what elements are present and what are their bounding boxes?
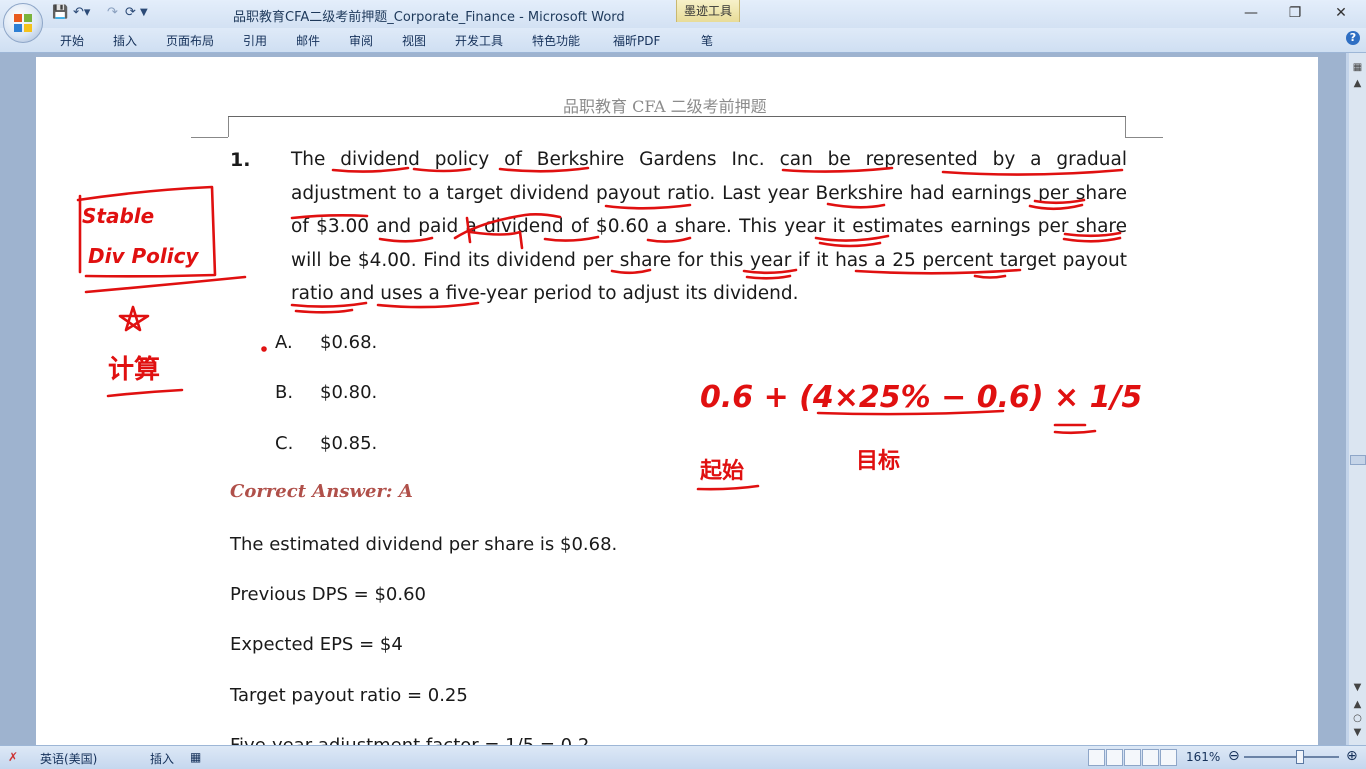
previous-page-icon[interactable]: ▲ [1351, 698, 1364, 711]
zoom-out-icon[interactable]: ⊖ [1228, 748, 1240, 764]
web-layout-icon[interactable] [1124, 749, 1141, 766]
tab-review[interactable]: 审阅 [349, 32, 373, 49]
status-bar: ✗ 英语(美国) 插入 ▦ 161% ⊖ ⊕ [0, 745, 1366, 769]
option-b-value: $0.80. [320, 382, 378, 403]
solution-line: Expected EPS = $4 [230, 634, 403, 655]
tab-mailings[interactable]: 邮件 [296, 32, 320, 49]
tab-insert[interactable]: 插入 [113, 32, 137, 49]
help-icon[interactable]: ? [1346, 31, 1360, 45]
margin-corner-mark [1125, 117, 1126, 137]
solution-line: Target payout ratio = 0.25 [230, 685, 468, 706]
zoom-slider-thumb[interactable] [1296, 750, 1304, 764]
zoom-in-icon[interactable]: ⊕ [1346, 748, 1358, 764]
repeat-icon[interactable]: ⟳ [125, 5, 136, 21]
ribbon-tab-bar: 开始 插入 页面布局 引用 邮件 审阅 视图 开发工具 特色功能 福昕PDF 笔… [0, 28, 1366, 53]
scroll-up-icon[interactable]: ▲ [1351, 77, 1364, 90]
save-icon[interactable]: 💾 [52, 5, 68, 21]
question-text: The dividend policy of Berkshire Gardens… [291, 149, 1127, 304]
margin-corner-mark [191, 137, 228, 138]
macro-record-icon[interactable]: ▦ [190, 750, 201, 764]
tab-view[interactable]: 视图 [402, 32, 426, 49]
browse-object-icon[interactable]: ○ [1351, 712, 1364, 725]
language-indicator[interactable]: 英语(美国) [40, 750, 97, 767]
redo-icon[interactable]: ↷ [107, 5, 118, 21]
question-number: 1. [230, 149, 251, 171]
solution-line: Five-year adjustment factor = 1/5 = 0.2 [230, 735, 589, 745]
tab-special-features[interactable]: 特色功能 [532, 32, 580, 49]
title-bar: 💾 ↶▾ ↷ ⟳ ▼ 品职教育CFA二级考前押题_Corporate_Finan… [0, 0, 1366, 28]
insert-mode-indicator[interactable]: 插入 [150, 750, 174, 767]
option-b-letter: B. [275, 382, 294, 403]
customize-qat-icon[interactable]: ▼ [140, 7, 148, 23]
page-header: 品职教育 CFA 二级考前押题 [563, 97, 767, 116]
option-c-letter: C. [275, 433, 294, 454]
tab-home[interactable]: 开始 [60, 32, 84, 49]
tab-foxit-pdf[interactable]: 福昕PDF [613, 32, 660, 49]
undo-icon[interactable]: ↶▾ [73, 5, 90, 21]
full-screen-reading-icon[interactable] [1106, 749, 1123, 766]
vertical-scrollbar[interactable]: ▦ ▲ ▼ ▲ ○ ▼ [1349, 53, 1366, 745]
office-logo-icon [14, 14, 32, 32]
tab-references[interactable]: 引用 [243, 32, 267, 49]
margin-corner-mark [228, 117, 229, 137]
option-a-value: $0.68. [320, 332, 378, 353]
print-layout-view-icon[interactable] [1088, 749, 1105, 766]
tab-developer[interactable]: 开发工具 [455, 32, 503, 49]
zoom-slider-track[interactable] [1244, 756, 1339, 758]
tab-page-layout[interactable]: 页面布局 [166, 32, 214, 49]
option-c-value: $0.85. [320, 433, 378, 454]
scroll-down-icon[interactable]: ▼ [1351, 681, 1364, 694]
spelling-check-icon[interactable]: ✗ [8, 750, 18, 764]
option-a-letter: A. [275, 332, 293, 353]
outline-view-icon[interactable] [1142, 749, 1159, 766]
close-button[interactable]: ✕ [1326, 3, 1356, 23]
zoom-level[interactable]: 161% [1186, 750, 1220, 764]
solution-line: The estimated dividend per share is $0.6… [230, 534, 618, 555]
solution-line: Previous DPS = $0.60 [230, 584, 426, 605]
office-button[interactable] [3, 3, 43, 43]
draft-view-icon[interactable] [1160, 749, 1177, 766]
tab-pen[interactable]: 笔 [701, 32, 713, 49]
document-area: 品职教育 CFA 二级考前押题 1. The dividend policy o… [0, 53, 1346, 745]
ink-tools-contextual-tab: 墨迹工具 [676, 0, 740, 22]
scrollbar-thumb[interactable] [1350, 455, 1366, 465]
document-page[interactable]: 品职教育 CFA 二级考前押题 1. The dividend policy o… [36, 57, 1318, 745]
minimize-button[interactable]: — [1236, 3, 1266, 23]
next-page-icon[interactable]: ▼ [1351, 726, 1364, 739]
restore-button[interactable]: ❐ [1280, 3, 1310, 23]
correct-answer: Correct Answer: A [230, 481, 413, 502]
ruler-toggle-icon[interactable]: ▦ [1351, 61, 1364, 74]
header-rule [228, 116, 1126, 117]
window-title: 品职教育CFA二级考前押题_Corporate_Finance - Micros… [233, 10, 625, 25]
margin-corner-mark [1125, 137, 1163, 138]
